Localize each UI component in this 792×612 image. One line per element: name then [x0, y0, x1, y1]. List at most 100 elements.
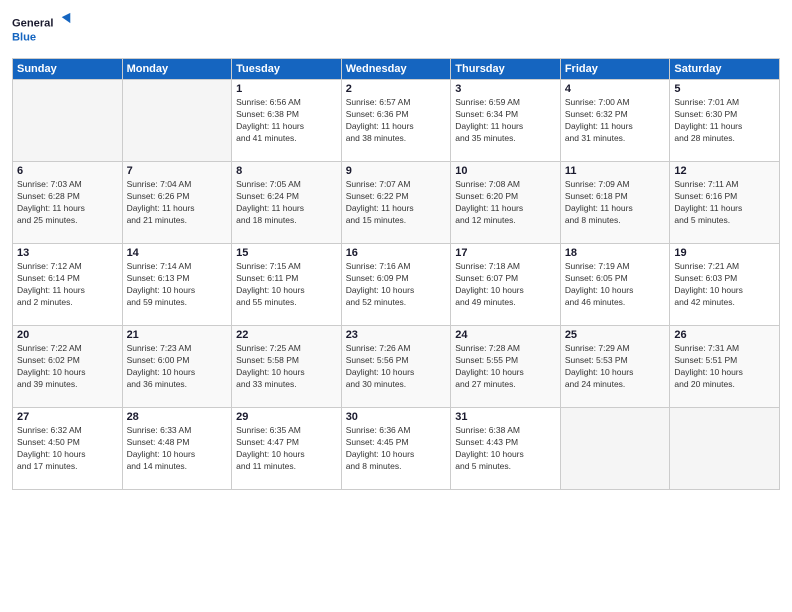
- day-number: 28: [127, 411, 228, 423]
- day-number: 16: [346, 247, 447, 259]
- day-number: 19: [674, 247, 775, 259]
- calendar-cell: 8Sunrise: 7:05 AM Sunset: 6:24 PM Daylig…: [232, 162, 342, 244]
- day-info: Sunrise: 7:08 AM Sunset: 6:20 PM Dayligh…: [455, 179, 556, 227]
- day-number: 30: [346, 411, 447, 423]
- day-number: 23: [346, 329, 447, 341]
- day-info: Sunrise: 7:07 AM Sunset: 6:22 PM Dayligh…: [346, 179, 447, 227]
- day-number: 25: [565, 329, 666, 341]
- calendar-cell: [560, 408, 670, 490]
- logo-svg: General Blue: [12, 10, 72, 50]
- calendar-cell: [13, 80, 123, 162]
- header-day: Friday: [560, 59, 670, 80]
- calendar-table: SundayMondayTuesdayWednesdayThursdayFrid…: [12, 58, 780, 490]
- calendar-cell: 23 Sunrise: 7:26 AM Sunset: 5:56 PM Dayli…: [341, 326, 451, 408]
- day-info: Sunrise: 7:05 AM Sunset: 6:24 PM Dayligh…: [236, 179, 337, 227]
- calendar-week-row: 13 Sunrise: 7:12 AM Sunset: 6:14 PM Dayli…: [13, 244, 780, 326]
- day-info: Sunrise: 6:35 AM Sunset: 4:47 PM Dayligh…: [236, 425, 337, 473]
- day-number: 21: [127, 329, 228, 341]
- header-day: Tuesday: [232, 59, 342, 80]
- day-number: 31: [455, 411, 556, 423]
- header-day: Wednesday: [341, 59, 451, 80]
- calendar-cell: 2Sunrise: 6:57 AM Sunset: 6:36 PM Daylig…: [341, 80, 451, 162]
- calendar-cell: 6 Sunrise: 7:03 AM Sunset: 6:28 PM Daylig…: [13, 162, 123, 244]
- day-info: Sunrise: 7:21 AM Sunset: 6:03 PM Dayligh…: [674, 261, 775, 309]
- calendar-cell: 5 Sunrise: 7:01 AM Sunset: 6:30 PM Daylig…: [670, 80, 780, 162]
- day-info: Sunrise: 6:59 AM Sunset: 6:34 PM Dayligh…: [455, 97, 556, 145]
- header-day: Sunday: [13, 59, 123, 80]
- calendar-cell: 29 Sunrise: 6:35 AM Sunset: 4:47 PM Dayli…: [232, 408, 342, 490]
- day-info: Sunrise: 7:28 AM Sunset: 5:55 PM Dayligh…: [455, 343, 556, 391]
- calendar-cell: 10 Sunrise: 7:08 AM Sunset: 6:20 PM Dayli…: [451, 162, 561, 244]
- day-number: 11: [565, 165, 666, 177]
- day-number: 2: [346, 83, 447, 95]
- day-info: Sunrise: 7:31 AM Sunset: 5:51 PM Dayligh…: [674, 343, 775, 391]
- day-info: Sunrise: 7:26 AM Sunset: 5:56 PM Dayligh…: [346, 343, 447, 391]
- day-info: Sunrise: 7:19 AM Sunset: 6:05 PM Dayligh…: [565, 261, 666, 309]
- calendar-cell: 1 Sunrise: 6:56 AM Sunset: 6:38 PM Daylig…: [232, 80, 342, 162]
- header-row: SundayMondayTuesdayWednesdayThursdayFrid…: [13, 59, 780, 80]
- calendar-cell: 24 Sunrise: 7:28 AM Sunset: 5:55 PM Dayli…: [451, 326, 561, 408]
- day-info: Sunrise: 7:01 AM Sunset: 6:30 PM Dayligh…: [674, 97, 775, 145]
- calendar-cell: 12Sunrise: 7:11 AM Sunset: 6:16 PM Dayli…: [670, 162, 780, 244]
- header-day: Monday: [122, 59, 232, 80]
- calendar-cell: 3Sunrise: 6:59 AM Sunset: 6:34 PM Daylig…: [451, 80, 561, 162]
- day-number: 7: [127, 165, 228, 177]
- calendar-cell: 25 Sunrise: 7:29 AM Sunset: 5:53 PM Dayli…: [560, 326, 670, 408]
- calendar-cell: 20Sunrise: 7:22 AM Sunset: 6:02 PM Dayli…: [13, 326, 123, 408]
- day-number: 24: [455, 329, 556, 341]
- calendar-cell: 9 Sunrise: 7:07 AM Sunset: 6:22 PM Daylig…: [341, 162, 451, 244]
- day-number: 12: [674, 165, 775, 177]
- calendar-cell: 7Sunrise: 7:04 AM Sunset: 6:26 PM Daylig…: [122, 162, 232, 244]
- day-number: 9: [346, 165, 447, 177]
- day-info: Sunrise: 7:14 AM Sunset: 6:13 PM Dayligh…: [127, 261, 228, 309]
- calendar-cell: 17Sunrise: 7:18 AM Sunset: 6:07 PM Dayli…: [451, 244, 561, 326]
- calendar-cell: 18 Sunrise: 7:19 AM Sunset: 6:05 PM Dayli…: [560, 244, 670, 326]
- day-info: Sunrise: 6:56 AM Sunset: 6:38 PM Dayligh…: [236, 97, 337, 145]
- day-info: Sunrise: 7:12 AM Sunset: 6:14 PM Dayligh…: [17, 261, 118, 309]
- day-number: 17: [455, 247, 556, 259]
- day-number: 10: [455, 165, 556, 177]
- calendar-cell: 30 Sunrise: 6:36 AM Sunset: 4:45 PM Dayli…: [341, 408, 451, 490]
- day-info: Sunrise: 7:09 AM Sunset: 6:18 PM Dayligh…: [565, 179, 666, 227]
- day-info: Sunrise: 6:38 AM Sunset: 4:43 PM Dayligh…: [455, 425, 556, 473]
- day-number: 27: [17, 411, 118, 423]
- logo: General Blue: [12, 10, 72, 50]
- day-number: 1: [236, 83, 337, 95]
- calendar-cell: 15 Sunrise: 7:15 AM Sunset: 6:11 PM Dayli…: [232, 244, 342, 326]
- day-number: 18: [565, 247, 666, 259]
- calendar-cell: 4Sunrise: 7:00 AM Sunset: 6:32 PM Daylig…: [560, 80, 670, 162]
- header: General Blue: [12, 10, 780, 50]
- calendar-cell: 14 Sunrise: 7:14 AM Sunset: 6:13 PM Dayli…: [122, 244, 232, 326]
- day-number: 4: [565, 83, 666, 95]
- calendar-cell: 31 Sunrise: 6:38 AM Sunset: 4:43 PM Dayli…: [451, 408, 561, 490]
- calendar-cell: 26 Sunrise: 7:31 AM Sunset: 5:51 PM Dayli…: [670, 326, 780, 408]
- day-info: Sunrise: 6:36 AM Sunset: 4:45 PM Dayligh…: [346, 425, 447, 473]
- calendar-cell: 16 Sunrise: 7:16 AM Sunset: 6:09 PM Dayli…: [341, 244, 451, 326]
- calendar-cell: [122, 80, 232, 162]
- day-number: 15: [236, 247, 337, 259]
- calendar-cell: 27 Sunrise: 6:32 AM Sunset: 4:50 PM Dayli…: [13, 408, 123, 490]
- day-info: Sunrise: 7:29 AM Sunset: 5:53 PM Dayligh…: [565, 343, 666, 391]
- day-number: 13: [17, 247, 118, 259]
- calendar-cell: 21Sunrise: 7:23 AM Sunset: 6:00 PM Dayli…: [122, 326, 232, 408]
- day-info: Sunrise: 7:15 AM Sunset: 6:11 PM Dayligh…: [236, 261, 337, 309]
- day-info: Sunrise: 7:25 AM Sunset: 5:58 PM Dayligh…: [236, 343, 337, 391]
- calendar-cell: [670, 408, 780, 490]
- day-number: 20: [17, 329, 118, 341]
- calendar-cell: 19 Sunrise: 7:21 AM Sunset: 6:03 PM Dayli…: [670, 244, 780, 326]
- svg-text:Blue: Blue: [12, 31, 36, 43]
- day-number: 29: [236, 411, 337, 423]
- calendar-week-row: 1 Sunrise: 6:56 AM Sunset: 6:38 PM Daylig…: [13, 80, 780, 162]
- day-number: 6: [17, 165, 118, 177]
- day-info: Sunrise: 7:03 AM Sunset: 6:28 PM Dayligh…: [17, 179, 118, 227]
- svg-text:General: General: [12, 18, 53, 30]
- day-number: 26: [674, 329, 775, 341]
- day-info: Sunrise: 6:32 AM Sunset: 4:50 PM Dayligh…: [17, 425, 118, 473]
- day-info: Sunrise: 7:16 AM Sunset: 6:09 PM Dayligh…: [346, 261, 447, 309]
- day-number: 14: [127, 247, 228, 259]
- day-number: 5: [674, 83, 775, 95]
- day-info: Sunrise: 6:33 AM Sunset: 4:48 PM Dayligh…: [127, 425, 228, 473]
- header-day: Saturday: [670, 59, 780, 80]
- calendar-cell: 22Sunrise: 7:25 AM Sunset: 5:58 PM Dayli…: [232, 326, 342, 408]
- calendar-week-row: 27 Sunrise: 6:32 AM Sunset: 4:50 PM Dayli…: [13, 408, 780, 490]
